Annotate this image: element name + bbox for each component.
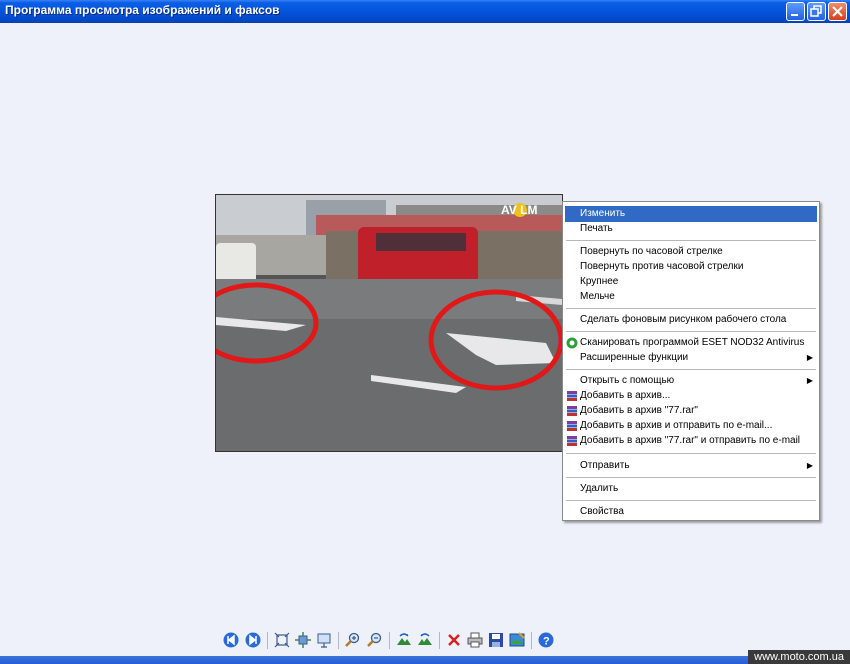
submenu-arrow-icon: ▶: [806, 353, 813, 362]
menu-item-rotate-counterclockwise[interactable]: Повернуть против часовой стрелки: [565, 259, 817, 275]
street-photo: AV LM: [216, 195, 562, 451]
minimize-button[interactable]: [786, 2, 805, 21]
menu-separator: [566, 240, 816, 241]
menu-item-label: Печать: [580, 223, 613, 234]
menu-item-label: Изменить: [580, 208, 626, 219]
toolbar-separator: [439, 632, 440, 649]
menu-item-label: Свойства: [580, 506, 624, 517]
slideshow-icon[interactable]: [316, 632, 332, 648]
eset-icon: [566, 337, 578, 349]
restore-icon: [810, 5, 822, 17]
delete-icon[interactable]: [446, 632, 462, 648]
save-icon[interactable]: [488, 632, 504, 648]
toolbar-separator: [338, 632, 339, 649]
menu-separator: [566, 369, 816, 370]
menu-separator: [566, 477, 816, 478]
menu-item-label: Удалить: [580, 483, 619, 494]
menu-item-rotate-clockwise[interactable]: Повернуть по часовой стрелке: [565, 244, 817, 260]
winrar-icon: [567, 421, 577, 431]
displayed-image[interactable]: AV LM: [215, 194, 563, 452]
menu-separator: [566, 453, 816, 454]
photo-logo: AV LM: [501, 203, 537, 217]
actual-size-icon[interactable]: [295, 632, 311, 648]
open-editor-icon[interactable]: [509, 632, 525, 648]
menu-item-label: Сделать фоновым рисунком рабочего стола: [580, 314, 787, 325]
menu-item-label: Мельче: [580, 291, 615, 302]
menu-separator: [566, 331, 816, 332]
context-menu[interactable]: Изменить Печать Повернуть по часовой стр…: [562, 201, 820, 521]
menu-item-set-wallpaper[interactable]: Сделать фоновым рисунком рабочего стола: [565, 312, 817, 328]
rotate-clockwise-icon[interactable]: [396, 632, 412, 648]
menu-item-label: Добавить в архив "77.rar": [580, 405, 698, 416]
menu-item-label: Добавить в архив...: [580, 390, 671, 401]
menu-item-archive-and-email[interactable]: Добавить в архив и отправить по e-mail..…: [565, 418, 817, 434]
menu-item-label: Расширенные функции: [580, 352, 689, 363]
print-icon[interactable]: [467, 632, 483, 648]
title-bar[interactable]: Программа просмотра изображений и факсов: [0, 0, 850, 23]
rotate-counterclockwise-icon[interactable]: [417, 632, 433, 648]
menu-item-label: Крупнее: [580, 276, 619, 287]
menu-item-label: Отправить: [580, 460, 630, 471]
minimize-icon: [791, 14, 798, 16]
winrar-icon: [567, 436, 577, 446]
menu-item-label: Сканировать программой ESET NOD32 Antivi…: [580, 337, 805, 348]
menu-item-zoom-out[interactable]: Мельче: [565, 289, 817, 305]
winrar-icon: [567, 391, 577, 401]
best-fit-icon[interactable]: [274, 632, 290, 648]
close-icon: [832, 6, 843, 17]
viewer-toolbar: ?: [220, 630, 560, 652]
menu-item-add-to-archive[interactable]: Добавить в архив...: [565, 388, 817, 404]
menu-item-zoom-in[interactable]: Крупнее: [565, 274, 817, 290]
help-icon[interactable]: ?: [538, 632, 554, 648]
menu-item-open-with[interactable]: Открыть с помощью ▶: [565, 373, 817, 389]
menu-item-label: Открыть с помощью: [580, 375, 675, 386]
previous-image-icon[interactable]: [223, 632, 239, 648]
submenu-arrow-icon: ▶: [806, 461, 813, 470]
zoom-in-icon[interactable]: [345, 632, 361, 648]
submenu-arrow-icon: ▶: [806, 376, 813, 385]
menu-item-label: Повернуть по часовой стрелке: [580, 246, 723, 257]
menu-item-properties[interactable]: Свойства: [565, 504, 817, 520]
menu-item-eset-scan[interactable]: Сканировать программой ESET NOD32 Antivi…: [565, 335, 817, 351]
maximize-button[interactable]: [807, 2, 826, 21]
window-title: Программа просмотра изображений и факсов: [5, 3, 280, 17]
menu-item-delete[interactable]: Удалить: [565, 481, 817, 497]
next-image-icon[interactable]: [245, 632, 261, 648]
svg-text:?: ?: [543, 636, 550, 648]
menu-item-77-rar-and-email[interactable]: Добавить в архив "77.rar" и отправить по…: [565, 433, 817, 449]
menu-item-print[interactable]: Печать: [565, 221, 817, 237]
taskbar: [0, 656, 850, 664]
toolbar-separator: [531, 632, 532, 649]
menu-item-send-to[interactable]: Отправить ▶: [565, 458, 817, 474]
menu-item-label: Добавить в архив и отправить по e-mail..…: [580, 420, 773, 431]
winrar-icon: [567, 406, 577, 416]
menu-separator: [566, 308, 816, 309]
toolbar-separator: [389, 632, 390, 649]
menu-item-label: Добавить в архив "77.rar" и отправить по…: [580, 435, 801, 446]
menu-separator: [566, 500, 816, 501]
zoom-out-icon[interactable]: [367, 632, 383, 648]
menu-item-add-to-77-rar[interactable]: Добавить в архив "77.rar": [565, 403, 817, 419]
menu-item-advanced[interactable]: Расширенные функции ▶: [565, 350, 817, 366]
close-button[interactable]: [828, 2, 847, 21]
watermark: www.moto.com.ua: [748, 650, 850, 664]
toolbar-separator: [267, 632, 268, 649]
menu-item-edit[interactable]: Изменить: [565, 206, 817, 222]
menu-item-label: Повернуть против часовой стрелки: [580, 261, 744, 272]
